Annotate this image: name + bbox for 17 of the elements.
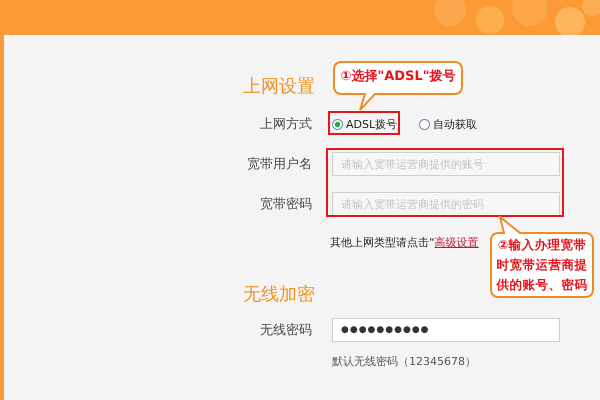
advanced-settings-link[interactable]: 高级设置 <box>434 234 479 250</box>
callout-text: ②输入办理宽带 <box>498 236 586 254</box>
password-field[interactable]: ●●●●●●●●●● <box>332 318 560 342</box>
highlight-frame <box>328 111 400 135</box>
hint-text: 默认无线密码（12345678） <box>332 354 476 368</box>
section-title: 无线加密 <box>242 283 315 307</box>
field-label: 上网方式 <box>259 116 312 133</box>
callout-text: 时宽带运营商提 <box>496 256 588 274</box>
radio-option[interactable]: 自动获取 <box>419 116 478 132</box>
field-label: 宽带用户名 <box>246 156 312 173</box>
callout-text: ①选择"ADSL"拨号 <box>340 68 456 86</box>
section-title: 上网设置 <box>242 75 315 99</box>
field-label: 宽带密码 <box>259 196 312 213</box>
radio-option[interactable]: ADSL拨号 <box>332 116 398 132</box>
field-label: 无线密码 <box>259 322 312 339</box>
callout-text: 供的账号、密码 <box>496 276 588 294</box>
help-text: 其他上网类型请点击“ <box>330 234 435 250</box>
